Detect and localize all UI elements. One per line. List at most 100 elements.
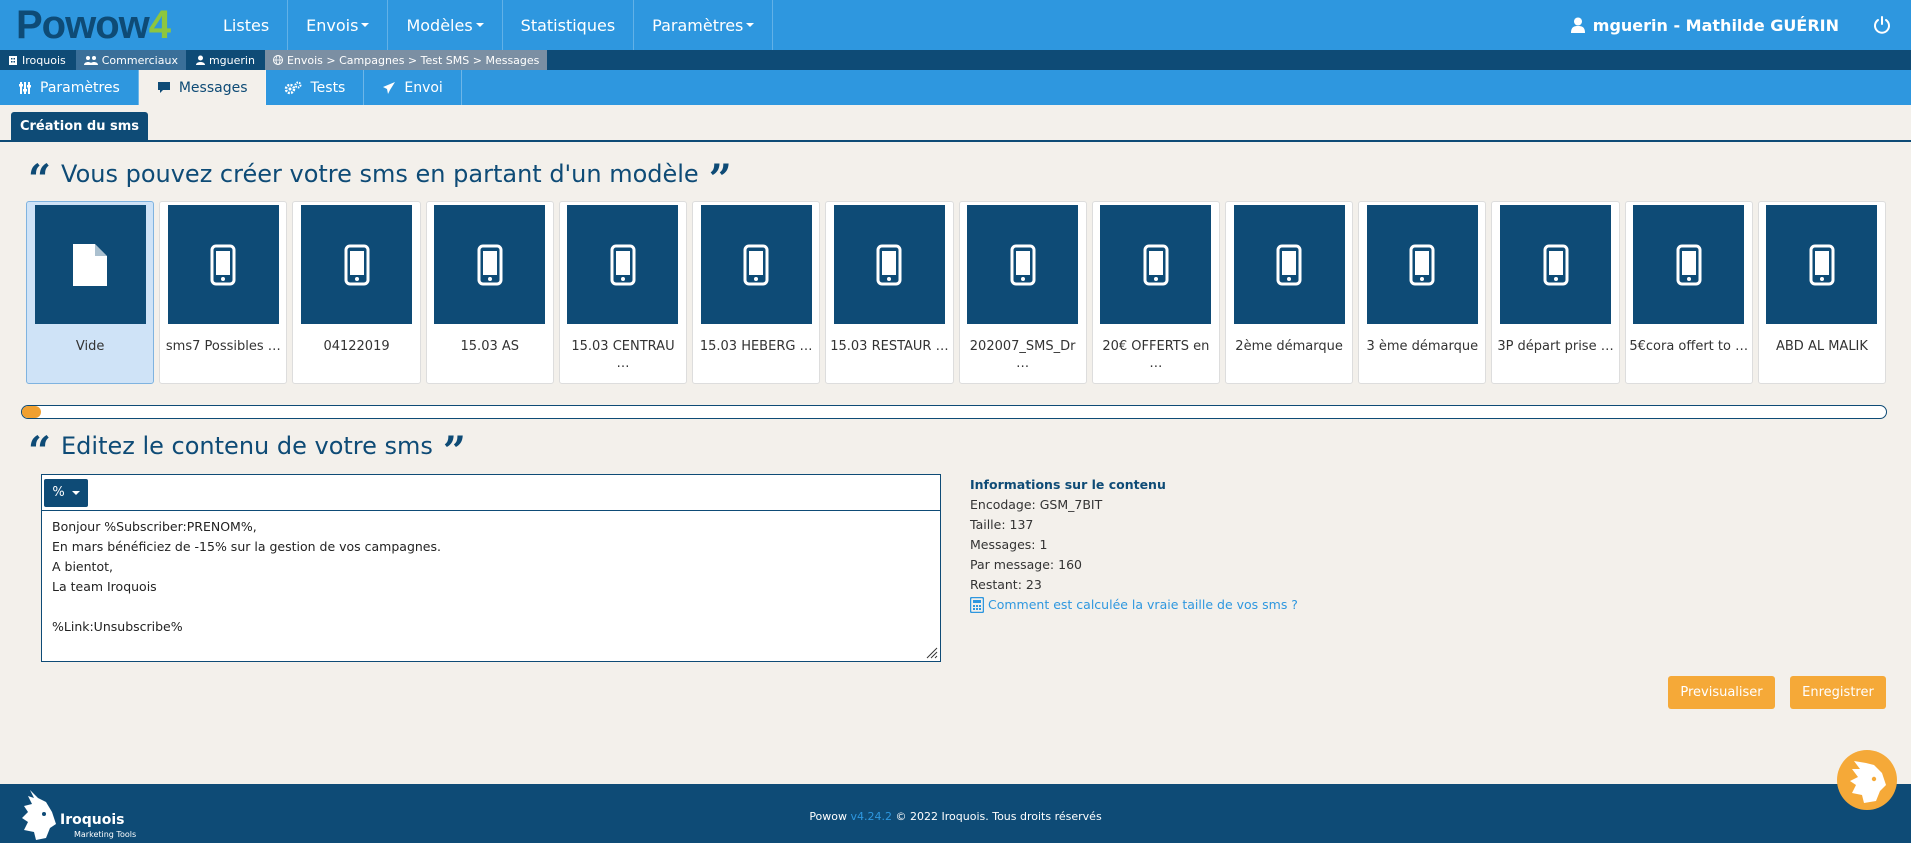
footer-app-name: Powow — [809, 810, 848, 823]
template-label: 3P départ prise … — [1497, 339, 1614, 354]
info-taille: Taille: 137 — [970, 517, 1034, 532]
globe-icon — [272, 55, 283, 65]
footer: Iroquois Marketing Tools Powow v4.24.2 ©… — [0, 784, 1911, 843]
template-card[interactable]: 202007_SMS_Dr … — [958, 201, 1087, 384]
nav-modeles[interactable]: Modèles — [388, 0, 503, 50]
nav-parametres[interactable]: Paramètres — [634, 0, 774, 50]
template-scrollbar[interactable] — [21, 405, 1887, 419]
template-thumb — [1366, 205, 1478, 324]
template-card[interactable]: 3 ème démarque — [1358, 201, 1487, 384]
template-thumb — [567, 205, 679, 324]
footer-copyright-text: © 2022 Iroquois. Tous droits réservés — [895, 810, 1102, 823]
template-label: Vide — [75, 339, 105, 354]
breadcrumb-label: Envois > Campagnes > Test SMS > Messages — [286, 53, 540, 67]
calculator-icon — [970, 597, 984, 613]
info-title: Informations sur le contenu — [970, 477, 1166, 492]
footer-copyright: Powow v4.24.2 © 2022 Iroquois. Tous droi… — [0, 810, 1911, 823]
template-label: 15.03 CENTRAU … — [571, 339, 675, 371]
template-label: 2ème démarque — [1235, 339, 1343, 354]
breadcrumb-label: Commerciaux — [101, 53, 178, 67]
mascot-icon — [1850, 761, 1886, 803]
template-card[interactable]: 15.03 HEBERG … — [692, 201, 821, 384]
template-card-vide[interactable]: Vide — [26, 201, 155, 384]
nav-statistiques[interactable]: Statistiques — [503, 0, 635, 50]
template-label: 15.03 HEBERG … — [699, 339, 813, 354]
template-card[interactable]: 04122019 — [292, 201, 421, 384]
content-info-panel: Informations sur le contenu Encodage: GS… — [970, 475, 1298, 615]
file-icon — [73, 243, 108, 286]
mobile-icon — [1276, 244, 1302, 285]
breadcrumb-item[interactable]: mguerin — [187, 50, 263, 70]
tab-label: Messages — [178, 79, 248, 96]
mobile-icon — [1409, 244, 1435, 285]
size-help-link[interactable]: Comment est calculée la vraie taille de … — [970, 595, 1298, 615]
footer-version[interactable]: v4.24.2 — [851, 810, 893, 823]
template-thumb — [34, 205, 146, 324]
nav-label: Paramètres — [652, 15, 744, 35]
sliders-icon — [19, 81, 31, 94]
tab-label: Tests — [310, 79, 346, 96]
mobile-icon — [743, 244, 769, 285]
nav-label: Envois — [306, 15, 359, 35]
editor-toolbar: % — [42, 475, 940, 511]
tab-envoi[interactable]: Envoi — [364, 70, 462, 105]
mobile-icon — [1809, 244, 1835, 285]
template-card[interactable]: ABD AL MALIK — [1757, 201, 1887, 384]
template-thumb — [167, 205, 279, 324]
nav-label: Modèles — [406, 15, 473, 35]
nav-envois[interactable]: Envois — [288, 0, 389, 50]
template-thumb — [1633, 205, 1745, 324]
help-chat-button[interactable] — [1837, 750, 1897, 810]
template-card[interactable]: 15.03 AS — [425, 201, 554, 384]
power-icon[interactable] — [1869, 12, 1895, 38]
gears-icon — [285, 81, 302, 94]
template-card[interactable]: 15.03 CENTRAU … — [558, 201, 688, 384]
user-icon — [1570, 17, 1585, 33]
template-label: 04122019 — [323, 339, 390, 354]
powow-logo[interactable]: Powow 4 — [0, 0, 205, 50]
breadcrumb-label: mguerin — [208, 53, 255, 67]
mobile-icon — [210, 244, 236, 285]
breadcrumb-label: Iroquois — [22, 53, 66, 67]
template-card[interactable]: 15.03 RESTAUR … — [825, 201, 954, 384]
insert-variable-button[interactable]: % — [44, 478, 88, 507]
users-icon — [83, 56, 98, 65]
open-quote-icon: “ — [28, 428, 52, 475]
templates-heading: “ Vous pouvez créer votre sms en partant… — [28, 160, 732, 200]
mobile-icon — [1010, 244, 1036, 285]
scroll-handle[interactable] — [22, 406, 41, 418]
template-label: 15.03 RESTAUR … — [830, 339, 949, 354]
breadcrumb-item[interactable]: Iroquois — [0, 50, 74, 70]
template-thumb — [967, 205, 1079, 324]
tab-messages[interactable]: Messages — [138, 70, 267, 105]
breadcrumb-item[interactable]: Commerciaux — [75, 50, 186, 70]
sms-content-textarea[interactable]: Bonjour %Subscriber:PRENOM%, En mars bén… — [42, 511, 940, 661]
tab-tests[interactable]: Tests — [266, 70, 365, 105]
insert-variable-label: % — [52, 485, 65, 500]
message-tabs: Paramètres Messages Tests Envoi — [0, 70, 1911, 105]
template-card[interactable]: 3P départ prise … — [1491, 201, 1620, 384]
resize-handle-icon[interactable] — [924, 645, 938, 659]
user-menu[interactable]: mguerin - Mathilde GUÉRIN — [1570, 0, 1839, 50]
template-thumb — [434, 205, 546, 324]
info-restant: Restant: 23 — [970, 577, 1042, 592]
mobile-icon — [477, 244, 503, 285]
nav-label: Listes — [223, 15, 270, 35]
tab-label: Paramètres — [40, 79, 120, 96]
logo-main: Powow — [16, 3, 150, 47]
tab-parametres[interactable]: Paramètres — [0, 70, 139, 105]
building-icon — [9, 56, 17, 65]
template-card[interactable]: sms7 Possibles … — [159, 201, 288, 384]
save-button[interactable]: Enregistrer — [1790, 676, 1886, 709]
template-label: 20€ OFFERTS en … — [1102, 339, 1210, 371]
template-thumb — [1233, 205, 1345, 324]
section-creation-sms[interactable]: Création du sms — [11, 112, 148, 140]
mobile-icon — [1543, 244, 1569, 285]
nav-listes[interactable]: Listes — [205, 0, 289, 50]
sms-editor: % Bonjour %Subscriber:PRENOM%, En mars b… — [41, 474, 941, 662]
template-card[interactable]: 5€cora offert to … — [1624, 201, 1753, 384]
preview-button[interactable]: Previsualiser — [1668, 676, 1775, 709]
template-card[interactable]: 20€ OFFERTS en … — [1091, 201, 1220, 384]
template-card[interactable]: 2ème démarque — [1224, 201, 1354, 384]
caret-down-icon — [746, 23, 755, 27]
